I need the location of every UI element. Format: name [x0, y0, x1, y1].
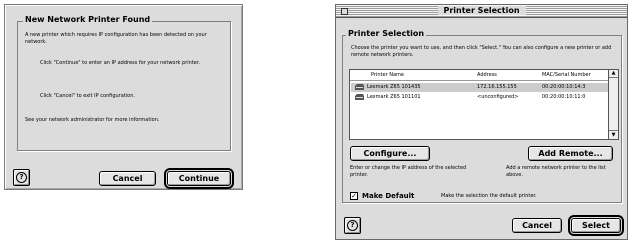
- printer-icon: [355, 84, 364, 90]
- window-title: Printer Selection: [437, 6, 526, 15]
- cancel-button[interactable]: Cancel: [99, 171, 156, 186]
- add-remote-description: Add a remote network printer to the list…: [506, 165, 606, 178]
- make-default-description: Make the selection the default printer.: [441, 193, 537, 199]
- help-icon: ?: [347, 220, 358, 231]
- list-item[interactable]: Lexmark Z65 101435 172.16.155.155 00:20:…: [351, 83, 609, 92]
- title-bar[interactable]: Printer Selection: [336, 5, 627, 18]
- continue-instruction: Click "Continue" to enter an IP address …: [40, 60, 201, 66]
- dialog-group-title: New Network Printer Found: [23, 15, 153, 24]
- scroll-down-arrow-icon[interactable]: ▼: [609, 130, 618, 139]
- printer-name: Lexmark Z65 101101: [367, 94, 421, 100]
- help-icon: ?: [16, 172, 27, 183]
- instructions-text: Choose the printer you want to use, and …: [351, 45, 612, 58]
- group-title: Printer Selection: [346, 29, 427, 38]
- cancel-instruction: Click "Cancel" to exit IP configuration.: [40, 93, 135, 99]
- printer-name: Lexmark Z65 101435: [367, 84, 421, 90]
- scroll-up-arrow-icon[interactable]: ▲: [609, 69, 618, 78]
- printer-icon: [355, 94, 364, 100]
- column-header-name[interactable]: Printer Name: [371, 72, 404, 78]
- list-item[interactable]: Lexmark Z65 101101 <unconfigured> 00:20:…: [351, 93, 609, 102]
- printer-list[interactable]: Printer Name Address MAC/Serial Number L…: [349, 69, 619, 140]
- printer-selection-dialog: Printer Selection Printer Selection Choo…: [335, 4, 628, 240]
- help-button[interactable]: ?: [13, 169, 30, 186]
- printer-address: 172.16.155.155: [477, 84, 517, 90]
- header-divider: [350, 80, 608, 81]
- help-button[interactable]: ?: [344, 217, 361, 234]
- printer-mac: 00:20:00:10:11:0: [542, 94, 586, 100]
- admin-note: See your network administrator for more …: [25, 117, 160, 123]
- configure-description: Enter or change the IP address of the se…: [350, 165, 467, 178]
- add-remote-button[interactable]: Add Remote...: [528, 146, 613, 161]
- select-button[interactable]: Select: [568, 215, 624, 236]
- column-header-mac[interactable]: MAC/Serial Number: [542, 72, 591, 78]
- make-default-checkbox[interactable]: ✓: [350, 192, 358, 200]
- printer-address: <unconfigured>: [477, 94, 519, 100]
- continue-button[interactable]: Continue: [164, 168, 234, 189]
- close-box-icon[interactable]: [341, 8, 348, 15]
- column-header-address[interactable]: Address: [477, 72, 497, 78]
- new-printer-dialog: New Network Printer Found A new printer …: [4, 4, 243, 190]
- configure-button[interactable]: Configure...: [350, 146, 430, 161]
- printer-mac: 00:20:00:10:14:3: [542, 84, 586, 90]
- cancel-button[interactable]: Cancel: [512, 218, 562, 233]
- make-default-label[interactable]: Make Default: [362, 193, 414, 200]
- detected-message: A new printer which requires IP configur…: [25, 32, 207, 45]
- vertical-scrollbar[interactable]: ▲ ▼: [608, 70, 618, 139]
